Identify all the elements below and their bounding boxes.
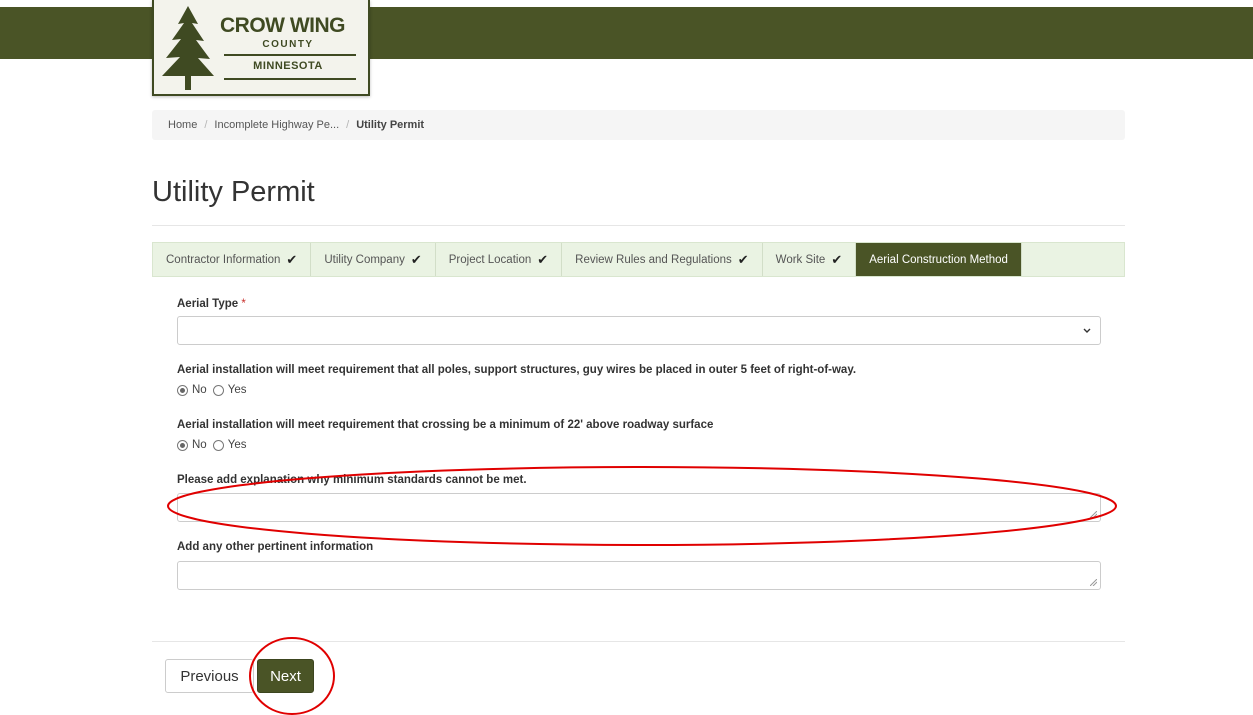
radio-yes[interactable]	[212, 439, 224, 451]
radio-label-yes: Yes	[227, 384, 247, 396]
pine-tree-icon	[162, 6, 214, 90]
radio-label-no: No	[192, 384, 207, 396]
tab-label: Review Rules and Regulations	[575, 253, 732, 266]
tab-label: Aerial Construction Method	[869, 253, 1008, 266]
breadcrumb-parent[interactable]: Incomplete Highway Pe...	[214, 119, 339, 131]
next-button[interactable]: Next	[257, 659, 314, 693]
other-info-textarea[interactable]	[177, 561, 1101, 590]
tab-label: Contractor Information	[166, 253, 281, 266]
checkmark-icon: ✔	[537, 251, 549, 267]
checkmark-icon: ✔	[286, 251, 298, 267]
aerial-type-select[interactable]	[177, 316, 1101, 345]
radio-no[interactable]	[177, 384, 188, 396]
radio-group-crossing-height: No Yes	[177, 439, 252, 451]
tab-contractor-information[interactable]: Contractor Information ✔	[153, 243, 312, 276]
breadcrumb-current: Utility Permit	[356, 119, 425, 131]
resize-grip-icon[interactable]	[1090, 579, 1097, 586]
logo-county: COUNTY	[262, 39, 314, 50]
breadcrumb-separator: /	[204, 119, 208, 131]
other-info-label: Add any other pertinent information	[177, 541, 374, 553]
logo-divider	[224, 54, 356, 56]
county-logo[interactable]: CROW WING COUNTY MINNESOTA	[152, 0, 370, 96]
logo-divider-bottom	[224, 78, 356, 80]
chevron-down-icon	[1083, 328, 1091, 333]
logo-title: CROW WING	[220, 14, 345, 37]
tab-review-rules[interactable]: Review Rules and Regulations ✔	[562, 243, 763, 276]
checkmark-icon: ✔	[737, 251, 749, 267]
breadcrumb-home[interactable]: Home	[168, 119, 197, 131]
tab-label: Work Site	[775, 253, 826, 266]
required-marker: *	[241, 298, 246, 310]
tab-label: Utility Company	[324, 253, 405, 266]
question-outer-right-of-way: Aerial installation will meet requiremen…	[177, 364, 857, 376]
explanation-label: Please add explanation why minimum stand…	[177, 474, 527, 486]
wizard-tabs: Contractor Information ✔ Utility Company ✔…	[152, 242, 1125, 277]
radio-label-yes: Yes	[227, 439, 247, 451]
radio-label-no: No	[192, 439, 207, 451]
logo-state: MINNESOTA	[253, 60, 323, 72]
resize-grip-icon[interactable]	[1090, 511, 1097, 518]
checkmark-icon: ✔	[410, 251, 422, 267]
question-crossing-height: Aerial installation will meet requiremen…	[177, 419, 714, 431]
breadcrumb-separator: /	[346, 119, 350, 131]
radio-no[interactable]	[177, 439, 188, 451]
checkmark-icon: ✔	[831, 251, 843, 267]
tab-project-location[interactable]: Project Location ✔	[436, 243, 563, 276]
footer-divider	[152, 641, 1125, 642]
tab-utility-company[interactable]: Utility Company ✔	[311, 243, 436, 276]
title-divider	[152, 225, 1125, 226]
previous-button[interactable]: Previous	[165, 659, 254, 693]
aerial-type-label: Aerial Type *	[177, 298, 246, 310]
radio-group-outer-right-of-way: No Yes	[177, 384, 252, 396]
tab-label: Project Location	[448, 253, 532, 266]
annotation-overlay	[167, 466, 1117, 715]
tab-aerial-construction-method[interactable]: Aerial Construction Method	[856, 243, 1022, 276]
page-title: Utility Permit	[152, 176, 315, 208]
radio-yes[interactable]	[212, 384, 224, 396]
explanation-textarea[interactable]	[177, 493, 1101, 522]
breadcrumb: Home / Incomplete Highway Pe... / Utilit…	[152, 110, 1125, 140]
tab-work-site[interactable]: Work Site ✔	[763, 243, 857, 276]
